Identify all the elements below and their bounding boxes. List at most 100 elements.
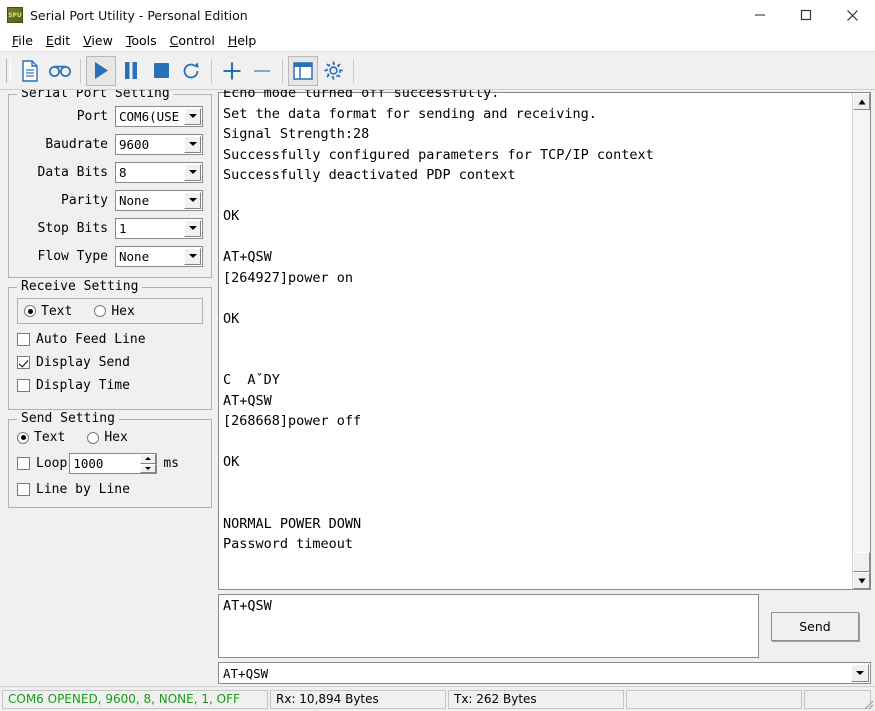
scroll-down-arrow-icon [858,578,865,583]
menu-help[interactable]: Help [222,32,264,49]
panel-layout-button[interactable] [288,55,318,86]
settings-button[interactable] [318,56,348,86]
command-history-value: AT+QSW [223,665,269,681]
receive-format-hex-radio[interactable]: Hex [94,304,135,319]
command-history-dropdown-arrow[interactable] [851,664,869,682]
flow-type-row: Flow Type None [17,245,203,267]
stop-bits-combobox[interactable]: 1 [115,217,203,239]
flow-type-dropdown-arrow[interactable] [184,247,201,265]
maximize-button[interactable] [783,0,829,30]
tx-bytes-status: Tx: 262 Bytes [448,689,624,709]
display-time-checkbox[interactable]: Display Time [17,378,203,393]
checkbox-unchecked-icon [17,457,30,470]
data-bits-row: Data Bits 8 [17,161,203,183]
app-icon: SPU [7,7,23,23]
parity-combobox[interactable]: None [115,189,203,211]
checkbox-unchecked-icon [17,379,30,392]
menu-file[interactable]: File [6,32,40,49]
loop-checkbox[interactable]: Loop [17,456,67,471]
menu-help-accel: H [227,33,238,48]
stop-icon [153,62,170,79]
plus-icon [222,61,242,81]
flow-type-label: Flow Type [37,248,108,264]
command-history-combobox[interactable]: AT+QSW [218,662,871,684]
menu-tools[interactable]: Tools [120,32,164,49]
title-bar: SPU Serial Port Utility - Personal Editi… [0,0,875,30]
menu-file-label: ile [18,33,33,48]
remove-button[interactable] [247,56,277,86]
loop-row: Loop 1000 ms [17,453,203,474]
line-by-line-checkbox[interactable]: Line by Line [17,482,203,497]
toolbar-separator-2 [211,58,212,83]
receive-format-text-radio[interactable]: Text [24,304,72,319]
terminal-output[interactable]: Echo mode turned off successfully. Set t… [219,90,852,589]
pause-icon [123,61,139,80]
new-file-button[interactable] [15,56,45,86]
menu-view[interactable]: View [77,32,120,49]
record-button[interactable] [45,56,75,86]
auto-feed-line-checkbox[interactable]: Auto Feed Line [17,332,203,347]
close-button[interactable] [829,0,875,30]
stop-button[interactable] [146,56,176,86]
line-by-line-label: Line by Line [36,482,130,497]
stepper-up-button[interactable] [140,454,157,464]
send-input[interactable]: AT+QSW [218,594,759,658]
menu-control[interactable]: Control [164,32,222,49]
flow-type-combobox[interactable]: None [115,245,203,267]
minimize-button[interactable] [737,0,783,30]
receive-setting-legend: Receive Setting [17,279,143,294]
triangle-down-icon [145,466,152,470]
stop-bits-dropdown-arrow[interactable] [184,219,201,237]
display-send-checkbox[interactable]: Display Send [17,355,203,370]
radio-selected-icon [24,305,36,317]
new-file-icon [20,59,40,82]
loop-interval-value: 1000 [73,456,104,471]
checkbox-unchecked-icon [17,483,30,496]
toolbar-grip[interactable] [6,58,11,83]
window-title: Serial Port Utility - Personal Edition [30,7,248,23]
scroll-up-button[interactable] [853,93,870,110]
baudrate-combobox[interactable]: 9600 [115,133,203,155]
port-dropdown-arrow[interactable] [184,107,201,125]
receive-format-radio-group: Text Hex [17,298,203,324]
send-format-hex-radio[interactable]: Hex [87,430,128,445]
start-button[interactable] [86,55,116,86]
data-bits-combobox[interactable]: 8 [115,161,203,183]
menu-edit[interactable]: Edit [40,32,77,49]
resize-grip-icon[interactable] [860,696,874,710]
terminal-scrollbar[interactable] [852,93,870,589]
menu-help-label: elp [237,33,257,48]
terminal-container: Echo mode turned off successfully. Set t… [218,90,871,590]
send-button[interactable]: Send [771,611,859,641]
loop-unit-label: ms [163,456,179,471]
menu-control-label: ontrol [178,33,215,48]
loop-interval-stepper[interactable]: 1000 [69,453,158,474]
scroll-down-button[interactable] [853,572,870,589]
send-button-container: Send [759,594,871,658]
pause-button[interactable] [116,56,146,86]
baudrate-value: 9600 [119,136,150,152]
stop-bits-value: 1 [119,220,127,236]
scrollbar-track[interactable] [853,110,870,572]
port-row: Port COM6(USE [17,105,203,127]
chevron-down-icon [188,226,197,230]
data-bits-dropdown-arrow[interactable] [184,163,201,181]
stop-bits-row: Stop Bits 1 [17,217,203,239]
refresh-button[interactable] [176,56,206,86]
scroll-up-arrow-icon [858,99,865,104]
send-format-text-radio[interactable]: Text [17,430,65,445]
gear-icon [323,60,344,81]
add-button[interactable] [217,56,247,86]
menu-edit-label: dit [53,33,71,48]
menu-edit-accel: E [45,33,54,48]
chevron-down-icon [856,671,864,675]
baudrate-row: Baudrate 9600 [17,133,203,155]
chevron-down-icon [188,142,197,146]
port-combobox[interactable]: COM6(USE [115,105,203,127]
toolbar-separator-4 [353,58,354,83]
stepper-down-button[interactable] [140,463,157,473]
baudrate-dropdown-arrow[interactable] [184,135,201,153]
scrollbar-thumb[interactable] [853,552,870,572]
parity-dropdown-arrow[interactable] [184,191,201,209]
loop-stepper-buttons[interactable] [140,454,157,473]
